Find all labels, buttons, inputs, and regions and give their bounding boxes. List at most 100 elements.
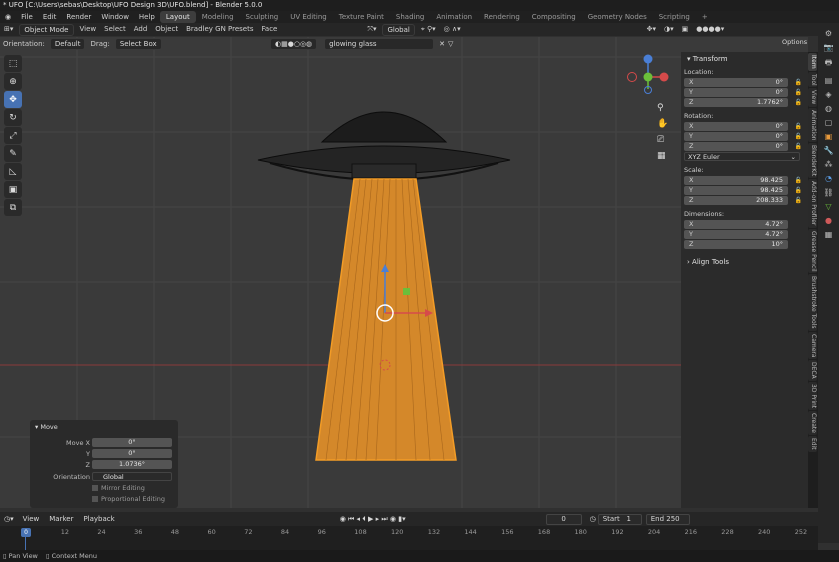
- sidebar-tab-tool[interactable]: Tool: [808, 71, 817, 88]
- physics-props-icon[interactable]: ◔: [825, 174, 832, 183]
- tab-compositing[interactable]: Compositing: [526, 11, 582, 23]
- rotation-mode-dropdown[interactable]: XYZ Euler ⌄: [684, 152, 800, 161]
- tab-scripting[interactable]: Scripting: [653, 11, 696, 23]
- lock-icon[interactable]: 🔓: [795, 132, 802, 141]
- move-x-field[interactable]: 0°: [92, 438, 172, 447]
- tab-uv-editing[interactable]: UV Editing: [284, 11, 333, 23]
- transform-orientation-dropdown[interactable]: Global: [382, 23, 415, 36]
- search-input[interactable]: glowing glass: [324, 37, 435, 50]
- add-cube-tool-icon[interactable]: ▣: [4, 181, 22, 198]
- scale-tool-icon[interactable]: ⤢: [4, 127, 22, 144]
- navigation-gizmo[interactable]: [627, 54, 669, 94]
- timeline-menu-marker[interactable]: Marker: [44, 515, 78, 523]
- shading-solid-icon[interactable]: ●●●●▾: [692, 23, 728, 36]
- location-x-field[interactable]: X 0° 🔓: [684, 78, 802, 87]
- scale-x-field[interactable]: X 98.425 🔓: [684, 176, 802, 185]
- proportional-editing-checkbox[interactable]: Proportional Editing: [92, 494, 165, 504]
- menu-gn-presets[interactable]: Bradley GN Presets: [182, 23, 257, 36]
- rotate-tool-icon[interactable]: ↻: [4, 109, 22, 126]
- sidebar-tab-blenderkit[interactable]: BlenderKit: [808, 143, 817, 179]
- sidebar-tab-animation[interactable]: Animation: [808, 107, 817, 143]
- select-tool-icon[interactable]: ⬚: [4, 55, 22, 72]
- view-layer-props-icon[interactable]: ▤: [825, 76, 833, 85]
- operator-header[interactable]: ▾ Move: [35, 423, 58, 431]
- ortho-grid-icon[interactable]: ▦: [657, 148, 668, 164]
- menu-render[interactable]: Render: [61, 11, 96, 23]
- sidebar-tab-grease-pencil[interactable]: Grease Pencil: [808, 228, 817, 274]
- menu-select[interactable]: Select: [100, 23, 130, 36]
- rotation-z-field[interactable]: Z 0° 🔓: [684, 142, 802, 151]
- filter-icons[interactable]: ◐▦●○◎◍: [270, 37, 318, 50]
- sidebar-tab-create[interactable]: Create: [808, 411, 817, 436]
- start-frame-field[interactable]: Start 1: [597, 513, 642, 525]
- lock-icon[interactable]: 🔓: [795, 176, 802, 185]
- menu-edit[interactable]: Edit: [38, 11, 62, 23]
- options-dropdown[interactable]: Options: [782, 38, 807, 46]
- pan-hand-icon[interactable]: ✋: [657, 116, 668, 132]
- constraints-props-icon[interactable]: ⛓: [823, 188, 833, 197]
- texture-props-icon[interactable]: ▦: [825, 230, 833, 239]
- gizmo-toggle-icon[interactable]: ✥▾: [643, 23, 660, 36]
- move-y-field[interactable]: 0°: [92, 449, 172, 458]
- timeline-menu-view[interactable]: View: [18, 515, 45, 523]
- sidebar-tab-3d-print[interactable]: 3D Print: [808, 382, 817, 411]
- lock-icon[interactable]: 🔓: [795, 122, 802, 131]
- output-props-icon[interactable]: 🖶: [825, 57, 833, 71]
- clear-search-icon[interactable]: ✕: [439, 40, 445, 48]
- menu-file[interactable]: File: [16, 11, 38, 23]
- menu-face[interactable]: Face: [258, 23, 282, 36]
- align-tools-section[interactable]: › Align Tools: [681, 255, 808, 269]
- menu-view[interactable]: View: [76, 23, 101, 36]
- lock-icon[interactable]: 🔓: [795, 98, 802, 107]
- sidebar-tab-brushstroke[interactable]: Brushstroke Tools: [808, 274, 817, 331]
- sidebar-tab-item[interactable]: Item: [808, 53, 817, 71]
- move-z-field[interactable]: 1.0736°: [92, 460, 172, 469]
- dimensions-z-field[interactable]: Z 10°: [684, 240, 788, 249]
- end-frame-field[interactable]: End 250: [645, 513, 690, 525]
- sidebar-tab-addon-profiler[interactable]: Add-on Profiler: [808, 179, 817, 228]
- location-y-field[interactable]: Y 0° 🔓: [684, 88, 802, 97]
- proportional-edit-icon[interactable]: ◎ ∧▾: [440, 23, 465, 36]
- menu-object[interactable]: Object: [151, 23, 182, 36]
- timeline-scrubber[interactable]: 0 12 24 36 48 60 72 84 96 108 120 132 144 156 168 180 19…: [0, 526, 818, 550]
- tab-layout[interactable]: Layout: [159, 11, 196, 23]
- clock-icon[interactable]: ◷: [590, 515, 596, 523]
- camera-view-icon[interactable]: ⎚: [657, 132, 668, 148]
- particles-props-icon[interactable]: ⁂: [825, 160, 833, 169]
- object-props-icon[interactable]: ▣: [825, 132, 833, 141]
- dimensions-y-field[interactable]: Y 4.72°: [684, 230, 788, 239]
- lock-icon[interactable]: 🔓: [795, 88, 802, 97]
- lock-icon[interactable]: 🔓: [795, 186, 802, 195]
- tab-modeling[interactable]: Modeling: [196, 11, 240, 23]
- filter-icon[interactable]: ▽: [448, 40, 453, 48]
- timeline-menu-playback[interactable]: Playback: [78, 515, 119, 523]
- editor-type-icon[interactable]: ◷▾: [0, 515, 18, 523]
- mirror-editing-checkbox[interactable]: Mirror Editing: [92, 483, 145, 493]
- tab-rendering[interactable]: Rendering: [478, 11, 526, 23]
- location-z-field[interactable]: Z 1.7762° 🔓: [684, 98, 802, 107]
- transform-pivot-icon[interactable]: ⤧▾: [363, 23, 380, 36]
- scale-y-field[interactable]: Y 98.425 🔓: [684, 186, 802, 195]
- tab-shading[interactable]: Shading: [390, 11, 430, 23]
- render-props-icon[interactable]: 📷: [824, 43, 834, 52]
- orientation-dropdown[interactable]: Global: [92, 472, 172, 481]
- sidebar-tab-edit[interactable]: Edit: [808, 436, 817, 452]
- add-workspace-button[interactable]: +: [696, 11, 714, 23]
- tab-texture-paint[interactable]: Texture Paint: [333, 11, 390, 23]
- mode-dropdown[interactable]: Object Mode: [19, 23, 74, 36]
- rotation-x-field[interactable]: X 0° 🔓: [684, 122, 802, 131]
- transform-section-header[interactable]: ▾ Transform: [681, 52, 808, 66]
- snap-icon[interactable]: ⌖ ⚲▾: [417, 23, 440, 36]
- playhead[interactable]: 0: [21, 528, 31, 537]
- orientation-dropdown[interactable]: Default: [49, 37, 86, 50]
- dimensions-x-field[interactable]: X 4.72°: [684, 220, 788, 229]
- overlay-toggle-icon[interactable]: ◑▾: [660, 23, 678, 36]
- menu-add[interactable]: Add: [130, 23, 152, 36]
- sidebar-tab-view[interactable]: View: [808, 88, 817, 107]
- move-tool-icon[interactable]: ✥: [4, 91, 22, 108]
- cursor-tool-icon[interactable]: ⊕: [4, 73, 22, 90]
- material-props-icon[interactable]: ●: [825, 216, 832, 225]
- sidebar-tab-deca[interactable]: DECA: [808, 360, 817, 382]
- blender-logo-icon[interactable]: ◉: [0, 11, 16, 23]
- tab-sculpting[interactable]: Sculpting: [240, 11, 285, 23]
